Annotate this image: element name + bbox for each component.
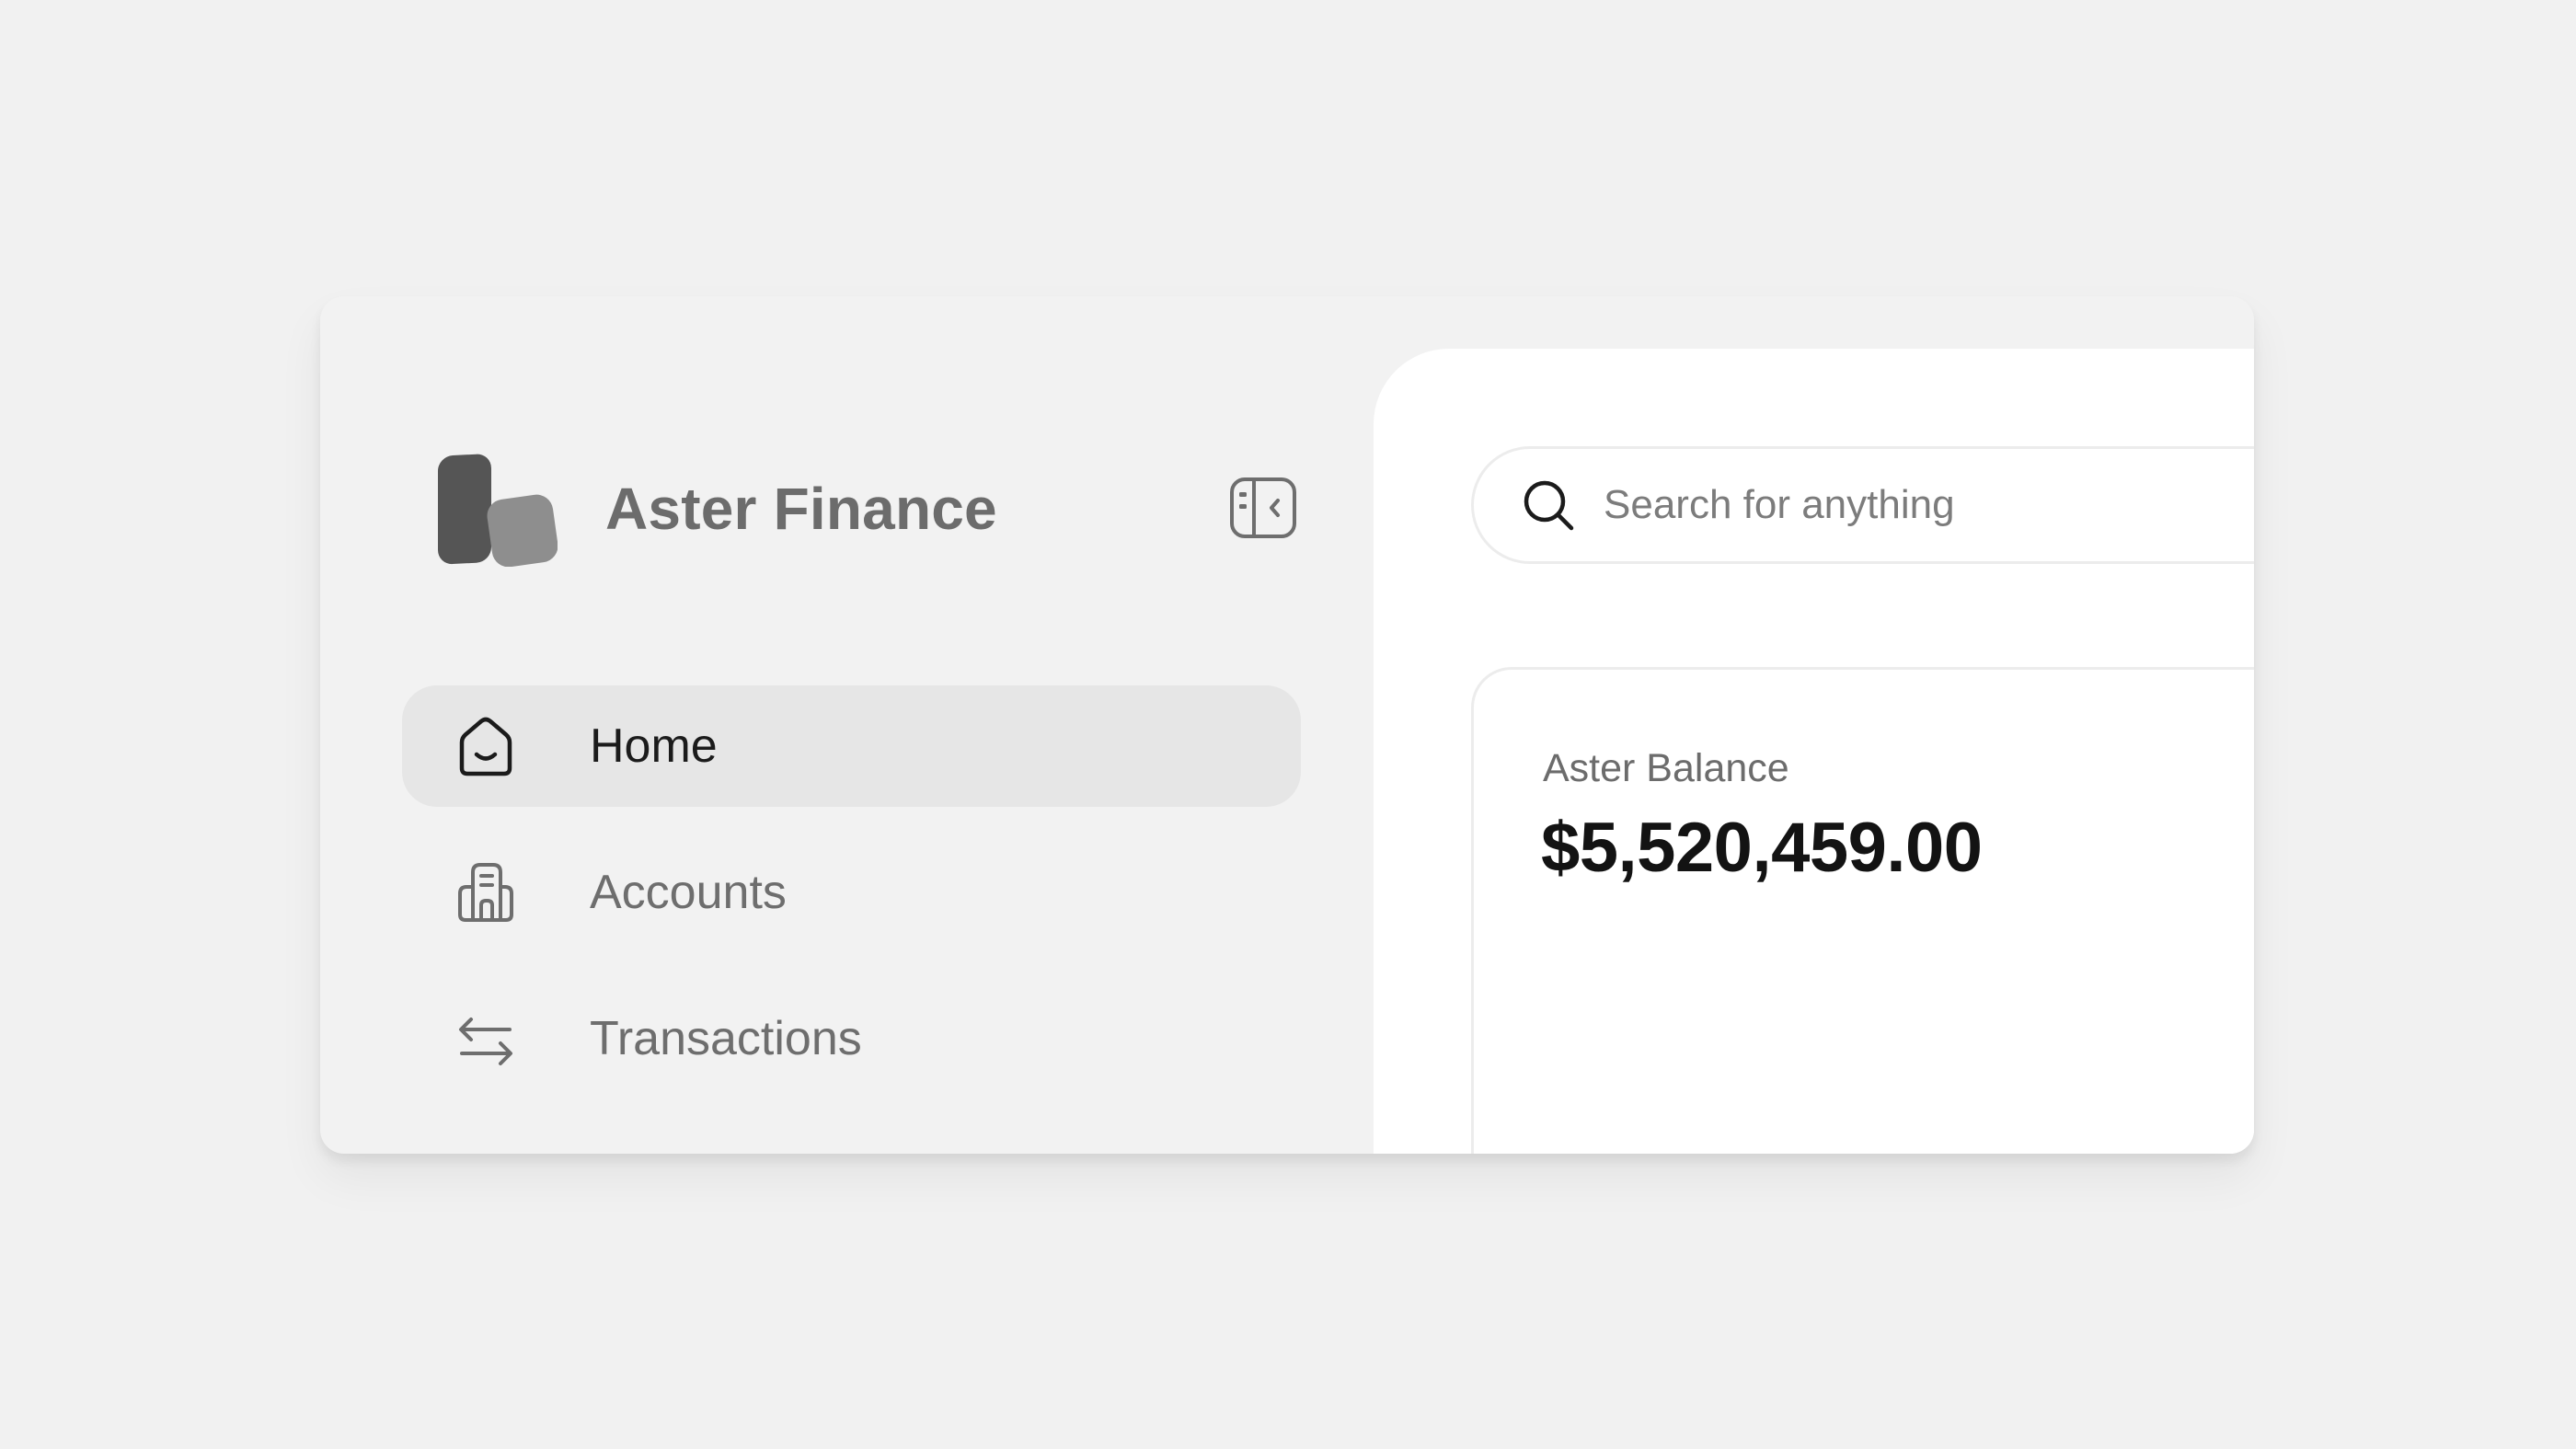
brand: Aster Finance (436, 451, 997, 567)
collapse-sidebar-icon[interactable] (1229, 477, 1297, 539)
search-input[interactable] (1604, 482, 2248, 528)
transfer-arrows-icon (453, 1006, 519, 1072)
search-icon (1524, 480, 1574, 531)
building-icon (453, 859, 519, 926)
balance-card: Aster Balance $5,520,459.00 (1471, 667, 2254, 1154)
sidebar: Aster Finance Home Accounts Transactions (320, 296, 1374, 1154)
sidebar-nav: Home Accounts Transactions (402, 685, 1301, 1124)
sidebar-item-accounts[interactable]: Accounts (402, 832, 1301, 953)
aster-logo-icon (438, 454, 558, 567)
main-panel: Aster Balance $5,520,459.00 (1374, 349, 2254, 1154)
balance-amount: $5,520,459.00 (1541, 809, 1983, 887)
app-window: Aster Finance Home Accounts Transactions… (320, 296, 2254, 1154)
sidebar-item-home[interactable]: Home (402, 685, 1301, 807)
balance-label: Aster Balance (1543, 746, 1789, 790)
search-bar[interactable] (1471, 446, 2254, 564)
home-icon (453, 713, 519, 779)
app-name: Aster Finance (605, 476, 997, 542)
sidebar-item-label: Transactions (590, 1012, 862, 1065)
sidebar-item-label: Home (590, 719, 718, 773)
sidebar-item-transactions[interactable]: Transactions (402, 978, 1301, 1099)
sidebar-item-label: Accounts (590, 866, 787, 919)
